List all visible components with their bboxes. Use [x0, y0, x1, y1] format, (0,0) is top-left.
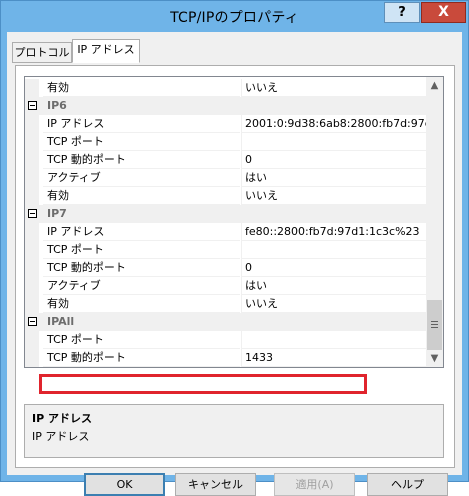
property-row[interactable]: IP アドレス 2001:0:9d38:6ab8:2800:fb7d:97d	[25, 115, 426, 133]
property-row[interactable]: アクティブ はい	[25, 169, 426, 187]
scroll-thumb[interactable]	[427, 300, 442, 350]
property-value[interactable]	[241, 133, 426, 151]
row-gutter	[25, 169, 39, 187]
property-value[interactable]: はい	[241, 277, 426, 295]
property-name: TCP ポート	[43, 331, 240, 349]
category-label: IP6	[47, 99, 67, 112]
scroll-up-icon[interactable]: ▲	[426, 77, 443, 94]
property-name: TCP 動的ポート	[43, 349, 240, 367]
property-row[interactable]: TCP ポート	[25, 241, 426, 259]
property-row[interactable]: TCP ポート	[25, 133, 426, 151]
description-title: IP アドレス	[32, 412, 92, 425]
property-name: アクティブ	[43, 169, 240, 187]
row-gutter	[25, 223, 39, 241]
property-name: 有効	[43, 295, 240, 313]
property-value[interactable]: はい	[241, 169, 426, 187]
dialog-client: プロトコル IP アドレス 有効 いいえ IP6 IP アドレス 2001:0:9d38…	[7, 32, 462, 496]
property-name: IP アドレス	[43, 115, 240, 133]
collapse-icon[interactable]	[28, 101, 37, 110]
property-value[interactable]: いいえ	[241, 79, 426, 97]
row-gutter	[25, 133, 39, 151]
property-value[interactable]: 1433	[241, 349, 426, 367]
help-button[interactable]: ヘルプ	[367, 473, 448, 496]
property-value[interactable]: 2001:0:9d38:6ab8:2800:fb7d:97d	[241, 115, 426, 133]
property-row[interactable]: TCP 動的ポート 0	[25, 259, 426, 277]
row-gutter	[25, 259, 39, 277]
vertical-scrollbar[interactable]: ▲ ▼	[426, 77, 443, 367]
property-row[interactable]: TCP ポート	[25, 331, 426, 349]
category-row[interactable]: IPAll	[25, 313, 426, 331]
close-icon[interactable]: X	[421, 2, 466, 23]
property-name: 有効	[43, 187, 240, 205]
row-gutter	[25, 277, 39, 295]
row-gutter	[25, 79, 39, 97]
property-grid[interactable]: 有効 いいえ IP6 IP アドレス 2001:0:9d38:6ab8:2800:fb7…	[24, 76, 444, 368]
property-name: 有効	[43, 79, 240, 97]
property-value[interactable]	[241, 241, 426, 259]
title-bar[interactable]: TCP/IPのプロパティ ? X	[1, 1, 468, 33]
tab-panel: 有効 いいえ IP6 IP アドレス 2001:0:9d38:6ab8:2800:fb7…	[15, 65, 455, 468]
property-row[interactable]: 有効 いいえ	[25, 187, 426, 205]
tab-ip-address[interactable]: IP アドレス	[72, 39, 140, 63]
dialog-window: TCP/IPのプロパティ ? X プロトコル IP アドレス 有効 いいえ IP6 I…	[0, 0, 469, 496]
category-label: IP7	[47, 207, 67, 220]
property-value[interactable]: いいえ	[241, 295, 426, 313]
collapse-icon[interactable]	[28, 317, 37, 326]
property-row[interactable]: IP アドレス fe80::2800:fb7d:97d1:1c3c%23	[25, 223, 426, 241]
category-row[interactable]: IP7	[25, 205, 426, 223]
property-name: TCP ポート	[43, 133, 240, 151]
description-panel: IP アドレス IP アドレス	[24, 404, 444, 458]
property-value[interactable]: 0	[241, 259, 426, 277]
property-row[interactable]: アクティブ はい	[25, 277, 426, 295]
row-gutter	[25, 331, 39, 349]
property-value[interactable]	[241, 331, 426, 349]
property-row[interactable]: 有効 いいえ	[25, 295, 426, 313]
row-gutter	[25, 241, 39, 259]
help-icon[interactable]: ?	[384, 2, 420, 23]
property-name: TCP 動的ポート	[43, 259, 240, 277]
row-gutter	[25, 295, 39, 313]
property-row[interactable]: TCP 動的ポート 0	[25, 151, 426, 169]
row-gutter	[25, 151, 39, 169]
category-row[interactable]: IP6	[25, 97, 426, 115]
category-label: IPAll	[47, 315, 75, 328]
row-gutter	[25, 115, 39, 133]
apply-button[interactable]: 適用(A)	[274, 473, 355, 496]
property-name: アクティブ	[43, 277, 240, 295]
property-row[interactable]: TCP 動的ポート 1433	[25, 349, 426, 367]
ok-button[interactable]: OK	[84, 473, 165, 496]
property-value[interactable]: 0	[241, 151, 426, 169]
description-text: IP アドレス	[32, 430, 90, 443]
cancel-button[interactable]: キャンセル	[175, 473, 256, 496]
scroll-down-icon[interactable]: ▼	[426, 350, 443, 367]
property-name: TCP ポート	[43, 241, 240, 259]
property-name: TCP 動的ポート	[43, 151, 240, 169]
collapse-icon[interactable]	[28, 209, 37, 218]
property-row[interactable]: 有効 いいえ	[25, 79, 426, 97]
property-name: IP アドレス	[43, 223, 240, 241]
row-gutter	[25, 187, 39, 205]
row-gutter	[25, 349, 39, 367]
property-value[interactable]: いいえ	[241, 187, 426, 205]
tab-protocol[interactable]: プロトコル	[12, 42, 72, 63]
property-value[interactable]: fe80::2800:fb7d:97d1:1c3c%23	[241, 223, 426, 241]
